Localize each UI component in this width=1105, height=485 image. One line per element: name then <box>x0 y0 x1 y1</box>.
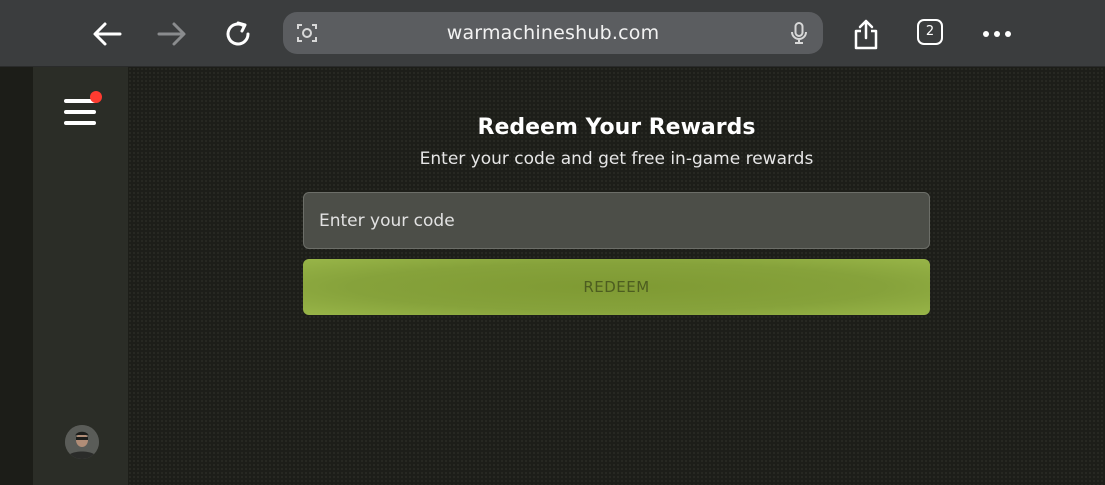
forward-arrow-icon <box>157 22 186 46</box>
avatar[interactable] <box>65 425 99 459</box>
back-arrow-icon <box>93 22 122 46</box>
url-text[interactable]: warmachineshub.com <box>283 22 823 44</box>
back-button[interactable] <box>87 14 127 54</box>
redeem-button[interactable]: REDEEM <box>303 259 930 315</box>
share-button[interactable] <box>846 14 886 54</box>
forward-button[interactable] <box>152 14 192 54</box>
hamburger-icon[interactable] <box>64 91 102 125</box>
soldier-avatar <box>65 425 99 459</box>
notification-dot <box>90 91 102 103</box>
reload-button[interactable] <box>218 14 258 54</box>
browser-toolbar: warmachineshub.com 2 <box>0 0 1105 67</box>
share-icon <box>854 19 878 50</box>
more-button[interactable] <box>977 14 1017 54</box>
address-bar[interactable]: warmachineshub.com <box>283 12 823 54</box>
page-title: Redeem Your Rewards <box>477 115 756 140</box>
main-content: Redeem Your Rewards Enter your code and … <box>128 67 1105 485</box>
code-input[interactable] <box>303 192 930 249</box>
sidebar <box>33 67 128 485</box>
tabs-icon[interactable]: 2 <box>917 19 943 45</box>
microphone-icon[interactable] <box>787 21 811 49</box>
reload-icon <box>226 21 250 46</box>
more-icon <box>983 31 1011 37</box>
page-subtitle: Enter your code and get free in-game rew… <box>419 149 814 169</box>
